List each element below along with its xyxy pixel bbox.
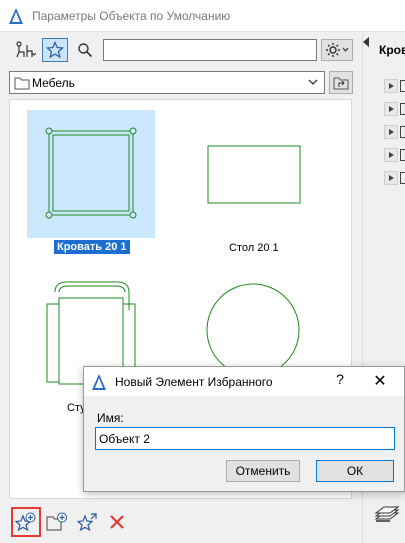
archicad-logo-icon bbox=[92, 374, 106, 390]
person-chair-icon bbox=[16, 41, 36, 58]
folder-label: Мебель bbox=[32, 76, 75, 90]
side-panel-row[interactable] bbox=[379, 79, 405, 95]
panel-settings-icon bbox=[400, 149, 405, 161]
object-label-table: Стол 20 1 bbox=[229, 242, 279, 254]
panel-settings-icon bbox=[400, 172, 405, 184]
search-icon bbox=[78, 43, 93, 58]
folder-icon bbox=[14, 77, 30, 90]
star-plus-icon bbox=[15, 512, 36, 532]
settings-menu-button[interactable] bbox=[321, 39, 353, 61]
add-favorite-button[interactable] bbox=[11, 507, 41, 537]
gear-icon bbox=[326, 43, 349, 57]
window-titlebar: Параметры Объекта по Умолчанию bbox=[0, 0, 405, 32]
collapse-arrow-icon[interactable] bbox=[363, 37, 371, 47]
expand-arrow-icon[interactable] bbox=[384, 125, 398, 139]
close-button[interactable]: ✕ bbox=[369, 371, 391, 391]
archicad-logo-icon bbox=[9, 8, 23, 24]
name-input[interactable] bbox=[95, 427, 395, 450]
ok-button[interactable]: ОК bbox=[316, 460, 394, 482]
folder-up-button[interactable] bbox=[329, 71, 353, 94]
panel-settings-icon bbox=[400, 103, 405, 115]
bed-preview-icon bbox=[45, 127, 137, 219]
folder-up-icon bbox=[333, 77, 349, 89]
panel-settings-icon bbox=[400, 80, 405, 92]
table-preview-icon bbox=[207, 145, 301, 204]
search-button[interactable] bbox=[72, 38, 98, 62]
cancel-button[interactable]: Отменить bbox=[226, 460, 300, 482]
folder-select[interactable]: Мебель bbox=[9, 71, 325, 94]
dialog-title: Новый Элемент Избранного bbox=[115, 375, 273, 389]
new-favorite-dialog: Новый Элемент Избранного ? ✕ Имя: Отмени… bbox=[83, 366, 405, 492]
folder-plus-icon bbox=[46, 512, 67, 531]
add-folder-button[interactable] bbox=[42, 507, 72, 537]
object-label-bed: Кровать 20 1 bbox=[54, 240, 130, 254]
side-panel-row[interactable] bbox=[379, 148, 405, 164]
window-title: Параметры Объекта по Умолчанию bbox=[32, 9, 231, 23]
expand-arrow-icon[interactable] bbox=[384, 102, 398, 116]
side-panel-title: Кров bbox=[379, 43, 405, 57]
object-tile-bed[interactable] bbox=[27, 110, 155, 238]
object-tile-table[interactable] bbox=[170, 110, 310, 238]
layers-icon[interactable] bbox=[374, 505, 400, 527]
expand-arrow-icon[interactable] bbox=[384, 148, 398, 162]
dialog-titlebar: Новый Элемент Избранного ? ✕ bbox=[84, 367, 404, 396]
bottom-toolbar bbox=[0, 504, 360, 543]
favorites-tab-button[interactable] bbox=[42, 38, 68, 62]
help-button[interactable]: ? bbox=[330, 371, 350, 391]
side-panel-row[interactable] bbox=[379, 125, 405, 141]
search-input[interactable] bbox=[103, 39, 317, 61]
name-field-label: Имя: bbox=[97, 411, 124, 425]
delete-x-icon bbox=[110, 515, 124, 529]
delete-button[interactable] bbox=[102, 507, 132, 537]
star-icon bbox=[46, 41, 64, 59]
expand-arrow-icon[interactable] bbox=[384, 79, 398, 93]
panel-settings-icon bbox=[400, 126, 405, 138]
redefine-favorite-button[interactable] bbox=[73, 507, 103, 537]
side-panel-row[interactable] bbox=[379, 171, 405, 187]
chevron-down-icon bbox=[308, 79, 318, 85]
expand-arrow-icon[interactable] bbox=[384, 171, 398, 185]
side-panel-row[interactable] bbox=[379, 102, 405, 118]
toolbar bbox=[0, 33, 360, 67]
people-menu-button[interactable] bbox=[10, 38, 40, 62]
star-refresh-icon bbox=[77, 513, 97, 532]
